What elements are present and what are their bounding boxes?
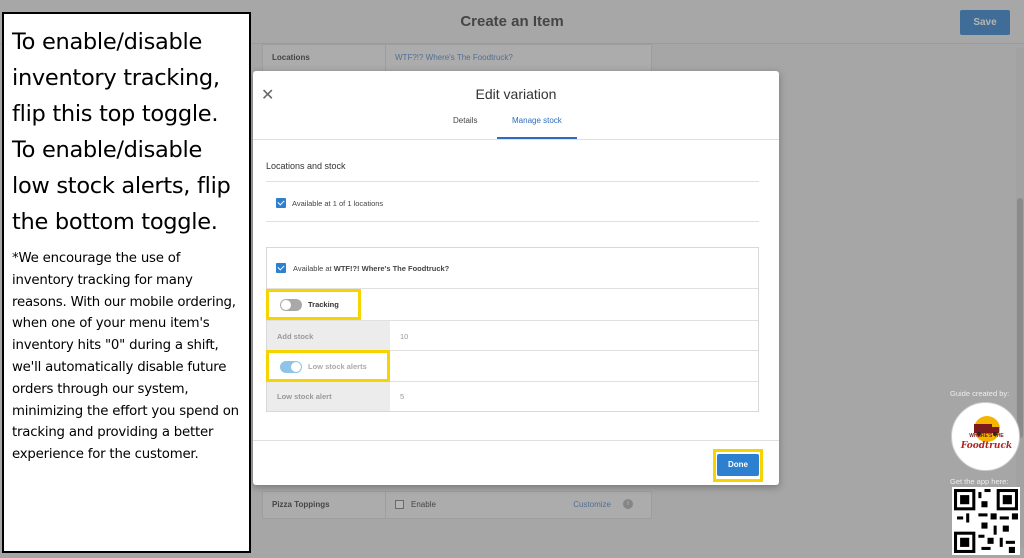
low-stock-alerts-highlight xyxy=(266,350,390,382)
location-checkbox[interactable] xyxy=(276,263,286,273)
done-highlight xyxy=(713,449,763,482)
add-stock-input[interactable]: 10 xyxy=(400,332,408,341)
getapp-label: Get the app here: xyxy=(950,477,1009,486)
location-name: WTF!?! Where's The Foodtruck? xyxy=(333,264,450,273)
modal-tabs: Details Manage stock xyxy=(253,115,779,139)
available-all-label: Available at 1 of 1 locations xyxy=(292,199,384,208)
tab-details[interactable]: Details xyxy=(438,115,492,139)
tab-manage-stock[interactable]: Manage stock xyxy=(497,115,577,139)
instruction-main: To enable/disable inventory tracking, fl… xyxy=(12,29,231,235)
foodtruck-logo: WHERE'S THE Foodtruck xyxy=(951,402,1020,471)
qr-code-icon[interactable] xyxy=(952,487,1020,555)
available-all-checkbox[interactable] xyxy=(276,198,286,208)
add-stock-label: Add stock xyxy=(277,332,314,341)
tracking-highlight xyxy=(266,289,361,320)
guide-label: Guide created by: xyxy=(950,389,1010,398)
divider xyxy=(266,181,759,182)
location-row: Available at WTF!?! Where's The Foodtruc… xyxy=(267,248,758,289)
add-stock-row: Add stock 10 xyxy=(267,321,758,351)
logo-text-line1: WHERE'S THE xyxy=(969,433,1004,439)
modal-title: Edit variation xyxy=(475,86,557,102)
section-title: Locations and stock xyxy=(266,161,346,171)
instruction-panel: To enable/disable inventory tracking, fl… xyxy=(2,12,251,553)
location-stock-box: Available at WTF!?! Where's The Foodtruc… xyxy=(266,247,759,412)
edit-variation-modal: ✕ Edit variation Details Manage stock Lo… xyxy=(253,71,779,485)
low-stock-alert-input[interactable]: 5 xyxy=(400,392,404,401)
low-stock-alert-row: Low stock alert 5 xyxy=(267,382,758,411)
low-stock-alert-label: Low stock alert xyxy=(277,392,332,401)
instruction-note: *We encourage the use of inventory track… xyxy=(12,251,239,463)
divider xyxy=(266,221,759,222)
logo-text-line2: Foodtruck xyxy=(960,441,1013,451)
location-available-label: Available at WTF!?! Where's The Foodtruc… xyxy=(293,264,450,273)
